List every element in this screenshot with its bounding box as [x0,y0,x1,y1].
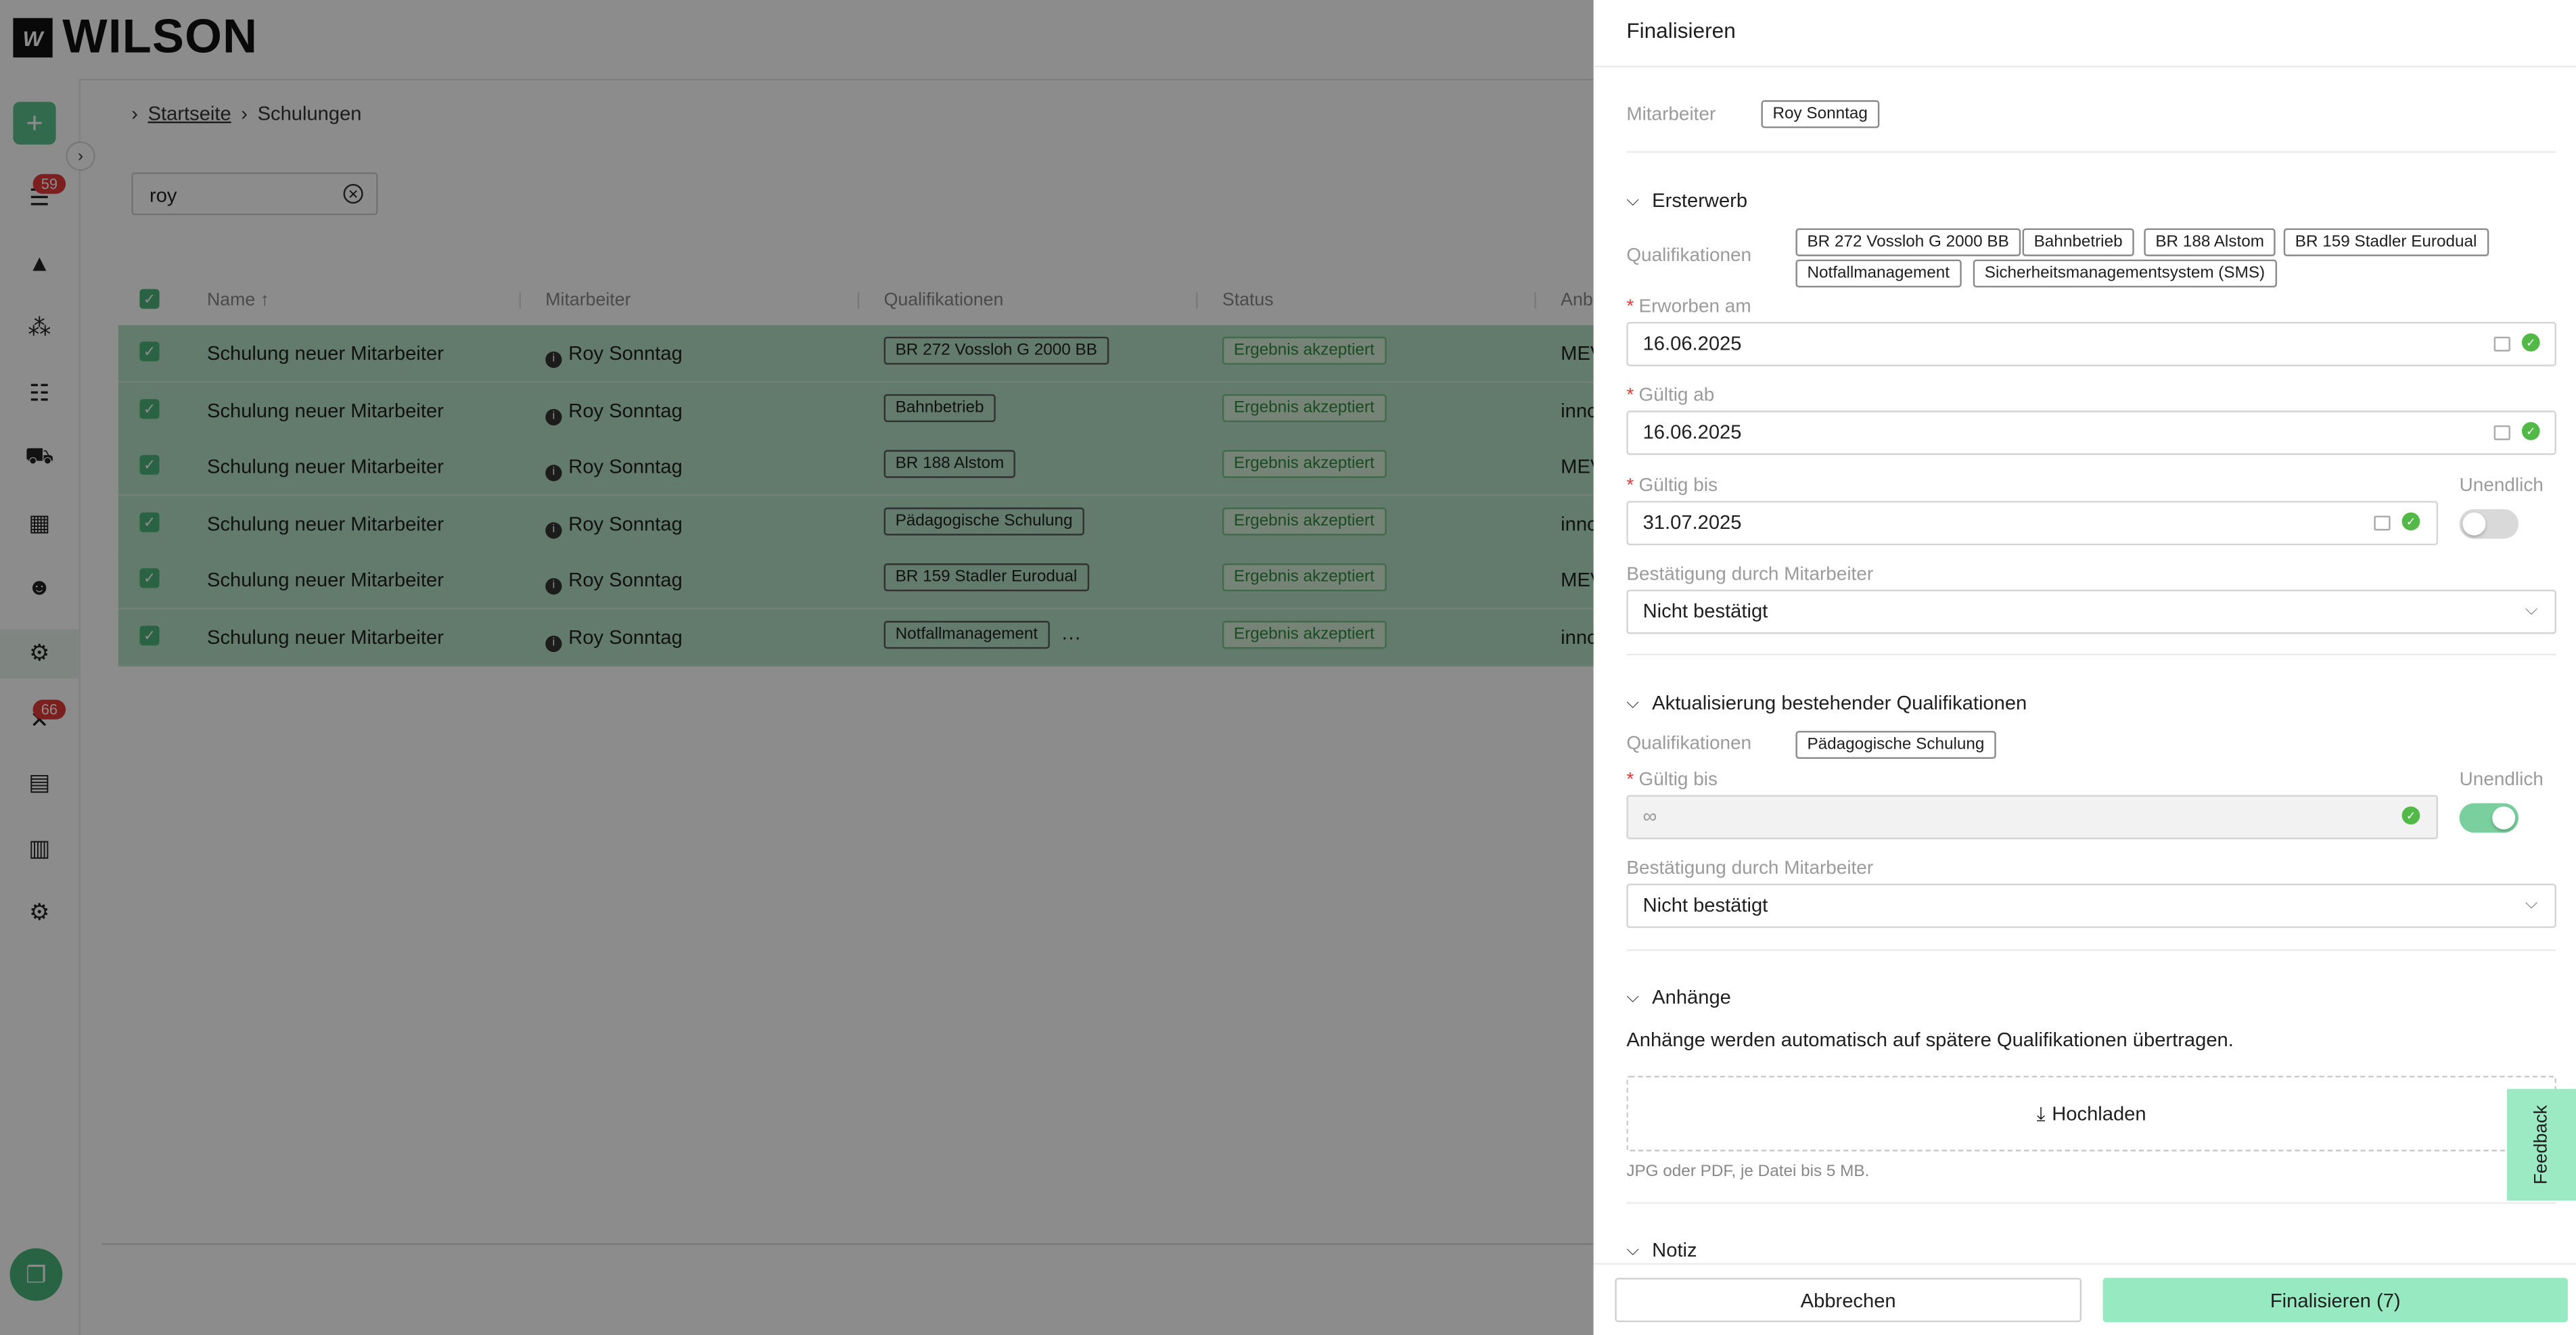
calendar-icon[interactable] [2493,336,2510,352]
calendar-icon[interactable] [2493,425,2510,440]
attachments-info: Anhänge werden automatisch auf spätere Q… [1626,1028,2234,1052]
upload-icon: ⤓ [2036,1101,2046,1125]
update-confirmation-select[interactable]: Nicht bestätigt [1626,883,2556,929]
upload-dropzone[interactable]: ⤓ Hochladen [1626,1075,2556,1152]
chevron-down-icon: ⌵ [1626,987,1639,1006]
confirmation-label: Bestätigung durch Mitarbeiter [1626,565,1874,585]
qualification-chip: Sicherheitsmanagementsystem (SMS) [1973,259,2277,288]
qualification-chip: BR 159 Stadler Eurodual [2283,228,2489,256]
valid-check-icon: ✓ [2401,512,2420,531]
confirmation-select[interactable]: Nicht bestätigt [1626,589,2556,634]
qualification-chip: BR 272 Vossloh G 2000 BB [1795,228,2021,256]
section-note[interactable]: ⌵ Notiz [1626,1238,1697,1261]
update-infinite-toggle[interactable] [2459,803,2519,833]
valid-check-icon: ✓ [2521,333,2540,352]
qualification-chip: BR 188 Alstom [2144,228,2276,256]
chevron-down-icon: ⌵ [1626,191,1639,210]
employee-chip: Roy Sonntag [1761,100,1879,128]
section-ersterwerb[interactable]: ⌵ Ersterwerb [1626,189,1747,212]
qualification-chip: Pädagogische Schulung [1795,730,1996,759]
update-infinite-label: Unendlich [2459,770,2544,791]
update-confirmation-label: Bestätigung durch Mitarbeiter [1626,859,1874,879]
chevron-down-icon: ⌵ [1626,1240,1639,1259]
update-qualifications-label: Qualifikationen [1626,734,1752,754]
valid-to-label: * Gültig bis [1626,476,1718,496]
chevron-down-icon: ⌵ [2525,601,2538,619]
acquired-date-input[interactable]: 16.06.2025 [1626,322,2556,367]
update-valid-to-input[interactable]: ∞ [1626,795,2439,840]
valid-to-input[interactable]: 31.07.2025 [1626,500,2439,546]
modal-backdrop[interactable] [0,0,1594,1335]
valid-check-icon: ✓ [2401,806,2420,825]
qualification-chip: Bahnbetrieb [2022,228,2134,256]
calendar-icon[interactable] [2374,515,2391,531]
upload-hint: JPG oder PDF, je Datei bis 5 MB. [1626,1163,1870,1181]
finalize-button[interactable]: Finalisieren (7) [2102,1278,2568,1323]
qualification-chip: Notfallmanagement [1795,259,1962,288]
update-valid-to-label: * Gültig bis [1626,770,1718,791]
ersterwerb-qualifications-label: Qualifikationen [1626,246,1752,266]
infinite-label: Unendlich [2459,476,2544,496]
acquired-date-label: * Erworben am [1626,297,1751,317]
feedback-tab[interactable]: Feedback [2507,1089,2576,1201]
section-update-qualifications[interactable]: ⌵ Aktualisierung bestehender Qualifikati… [1626,691,2027,714]
infinite-toggle[interactable] [2459,509,2519,539]
drawer-title: Finalisieren [1626,18,1736,43]
valid-from-label: * Gültig ab [1626,385,1715,406]
chevron-down-icon: ⌵ [1626,694,1639,712]
valid-check-icon: ✓ [2521,422,2540,440]
valid-from-input[interactable]: 16.06.2025 [1626,411,2556,455]
section-attachments[interactable]: ⌵ Anhänge [1626,985,1731,1008]
chevron-down-icon: ⌵ [2525,895,2538,914]
cancel-button[interactable]: Abbrechen [1615,1278,2082,1323]
employee-label: Mitarbeiter [1626,105,1716,125]
